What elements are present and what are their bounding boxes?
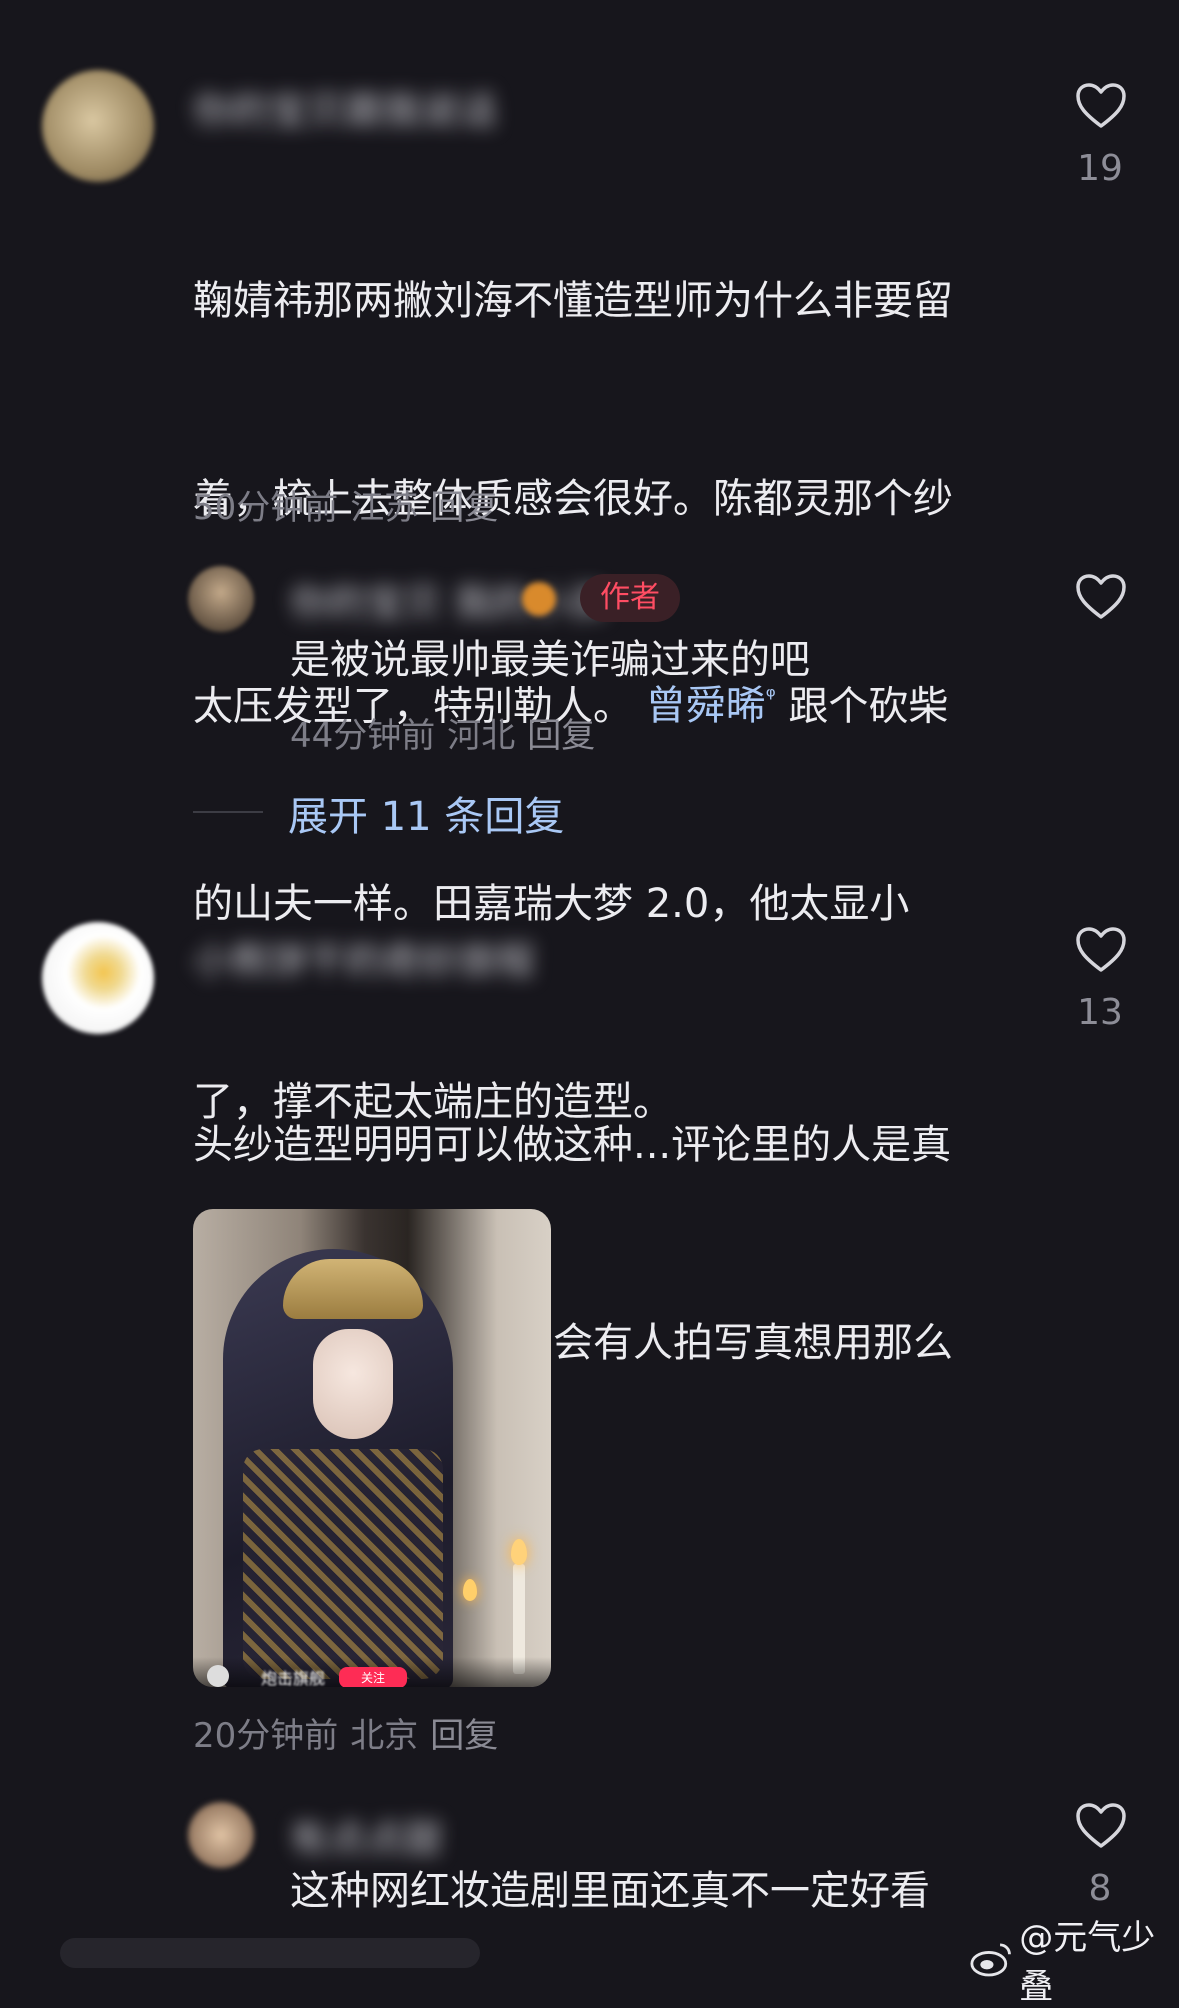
heart-icon[interactable] [1075,1802,1127,1850]
author-badge: 作者 [580,574,680,622]
photo-user-avatar [207,1665,229,1687]
weibo-logo-icon [970,1943,1011,1977]
username[interactable]: 你的宝贝 我的小孩 [290,572,606,627]
location: 江苏 [350,488,419,528]
divider [193,811,263,813]
watermark: @元气少叠 [970,1910,1179,2008]
gold-trim-shape [243,1449,443,1679]
comment-meta: 50分钟前 江苏 回复 [193,480,510,529]
headpiece-shape [283,1259,423,1319]
avatar[interactable] [188,566,254,632]
candle-flame-shape [463,1579,477,1601]
comment-meta: 20分钟前 北京 回复 [193,1708,510,1757]
comment-text: 是被说最帅最美诈骗过来的吧 [290,637,810,683]
face-shape [313,1329,393,1439]
like-count: 13 [1077,992,1123,1033]
orange-emoji-icon [522,582,556,616]
username[interactable]: 你的宝贝跟我说话 [193,80,497,135]
heart-icon[interactable] [1075,573,1127,621]
comment-photo[interactable]: 炮击旗舰 关注 [193,1209,551,1687]
timestamp: 50分钟前 [193,488,339,528]
avatar[interactable] [188,1802,254,1868]
comment-meta: 44分钟前 河北 回复 [290,708,607,757]
like-count: 19 [1077,148,1123,189]
photo-follow-button: 关注 [339,1667,408,1687]
location: 北京 [350,1716,419,1756]
heart-icon[interactable] [1075,926,1127,974]
reply-button[interactable]: 回复 [430,488,498,528]
expand-replies-button[interactable]: 展开 11 条回复 [288,784,564,842]
photo-username: 炮击旗舰 [261,1669,326,1687]
watermark-text: @元气少叠 [1019,1918,1156,2007]
timestamp: 20分钟前 [193,1716,339,1756]
avatar[interactable] [42,70,154,182]
avatar[interactable] [42,922,154,1034]
comment-text: 这种网红妆造剧里面还真不一定好看 [290,1868,930,1914]
heart-icon[interactable] [1075,82,1127,130]
username[interactable]: 小熊饼干的奇妙旅程 [193,930,535,985]
location: 河北 [447,716,516,756]
username[interactable]: 有点点甜 [290,1808,442,1863]
timestamp: 44分钟前 [290,716,436,756]
reply-button[interactable]: 回复 [430,1716,498,1756]
reply-button[interactable]: 回复 [527,716,595,756]
like-count: 8 [1088,1868,1112,1909]
candle-flame-shape [511,1539,527,1565]
bottom-bar [60,1938,480,1968]
